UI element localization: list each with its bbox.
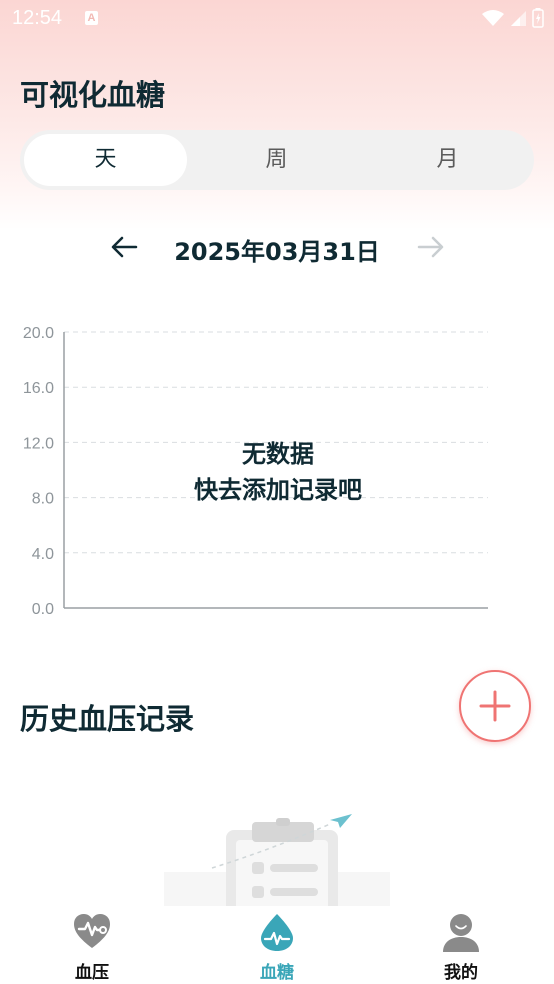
empty-message-line1: 无数据 — [242, 440, 314, 468]
nav-label-blood-pressure: 血压 — [75, 963, 109, 983]
date-navigator: 2025年03月31日 — [0, 222, 554, 272]
clipboard-illustration-icon — [164, 814, 390, 908]
status-icons — [482, 8, 544, 28]
empty-message-line2: 快去添加记录吧 — [194, 476, 362, 504]
wifi-icon — [482, 10, 504, 26]
y-tick-label: 12.0 — [23, 435, 54, 452]
arrow-right-icon[interactable] — [416, 232, 446, 262]
y-tick-label: 8.0 — [32, 491, 54, 508]
nav-item-profile[interactable]: 我的 — [391, 906, 531, 984]
blood-drop-icon — [261, 914, 293, 951]
status-time: 12:54 — [12, 7, 63, 29]
y-tick-label: 4.0 — [32, 546, 54, 563]
notification-icon: A — [85, 11, 98, 25]
tab-month[interactable]: 月 — [366, 134, 529, 186]
nav-item-blood-sugar[interactable]: 血糖 — [207, 906, 347, 984]
add-record-button[interactable] — [459, 670, 531, 742]
bottom-navigation: 血压 血糖 我的 — [0, 906, 554, 984]
y-tick-label: 0.0 — [32, 601, 54, 618]
page-title: 可视化血糖 — [20, 78, 166, 112]
heart-pulse-icon — [74, 914, 110, 948]
nav-label-profile: 我的 — [444, 963, 478, 983]
user-icon — [443, 914, 479, 952]
chart-empty-message: 无数据 快去添加记录吧 — [64, 436, 492, 508]
empty-state-illustration — [160, 800, 400, 908]
period-segmented-control: 天 周 月 — [20, 130, 534, 190]
current-date: 2025年03月31日 — [174, 238, 380, 266]
nav-item-blood-pressure[interactable]: 血压 — [22, 906, 162, 984]
plus-icon — [479, 690, 511, 722]
status-bar: 12:54 A — [0, 0, 554, 38]
signal-icon — [511, 11, 526, 26]
y-tick-label: 20.0 — [23, 325, 54, 342]
y-tick-label: 16.0 — [23, 380, 54, 397]
tab-week[interactable]: 周 — [195, 134, 358, 186]
battery-icon — [532, 8, 544, 28]
nav-label-blood-sugar: 血糖 — [260, 963, 294, 983]
history-section-title: 历史血压记录 — [20, 702, 195, 736]
tab-day[interactable]: 天 — [24, 134, 187, 186]
